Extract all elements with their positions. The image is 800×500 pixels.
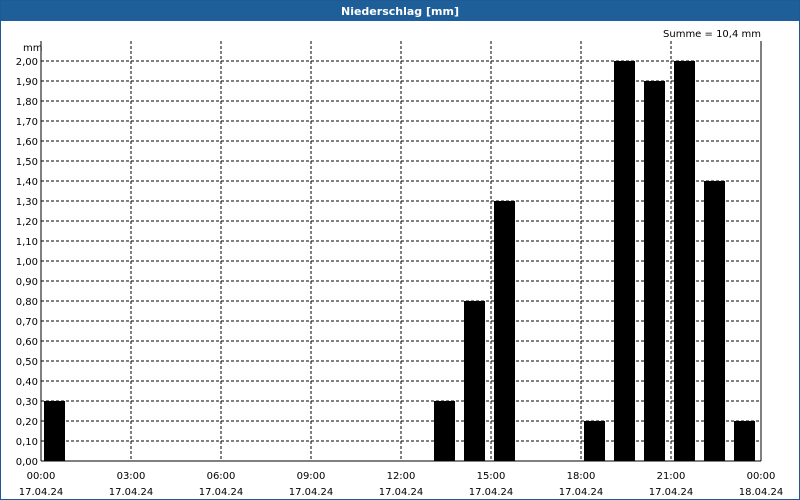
precipitation-bar (434, 401, 455, 461)
y-tick-label: 0,70 (16, 317, 38, 328)
x-tick-date: 18.04.24 (739, 487, 784, 498)
x-tick-time: 12:00 (387, 471, 416, 482)
y-tick-label: 0,60 (16, 337, 38, 348)
sum-label: Summe = 10,4 mm (663, 29, 761, 40)
y-tick-label: 2,00 (16, 57, 38, 68)
x-tick-date: 17.04.24 (199, 487, 244, 498)
y-tick-label: 1,90 (16, 77, 38, 88)
precipitation-bar (644, 81, 665, 461)
x-tick-time: 06:00 (207, 471, 236, 482)
x-tick-time: 18:00 (567, 471, 596, 482)
y-tick-label: 1,20 (16, 217, 38, 228)
chart-title: Niederschlag [mm] (1, 1, 799, 21)
y-tick-label: 1,50 (16, 157, 38, 168)
y-tick-label: 1,70 (16, 117, 38, 128)
y-tick-label: 0,30 (16, 397, 38, 408)
x-tick-date: 17.04.24 (19, 487, 64, 498)
x-tick-time: 00:00 (747, 471, 776, 482)
x-tick-date: 17.04.24 (649, 487, 694, 498)
y-tick-label: 0,20 (16, 417, 38, 428)
precipitation-bar (44, 401, 65, 461)
x-tick-time: 03:00 (117, 471, 146, 482)
y-tick-label: 1,00 (16, 257, 38, 268)
x-tick-time: 15:00 (477, 471, 506, 482)
precipitation-bar (674, 61, 695, 461)
x-tick-time: 09:00 (297, 471, 326, 482)
chart-bars (44, 61, 755, 461)
chart-window: mm Summe = 10,4 mm 0,00 0,10 0,20 0,30 0,40 0… (0, 0, 800, 500)
precipitation-bar (614, 61, 635, 461)
y-tick-label: 1,60 (16, 137, 38, 148)
precipitation-chart: mm Summe = 10,4 mm 0,00 0,10 0,20 0,30 0,40 0… (16, 29, 784, 498)
y-tick-label: 0,50 (16, 357, 38, 368)
x-tick-date: 17.04.24 (379, 487, 424, 498)
y-tick-label: 0,80 (16, 297, 38, 308)
precipitation-bar (584, 421, 605, 461)
y-tick-label: 0,00 (16, 457, 38, 468)
y-tick-label: 1,80 (16, 97, 38, 108)
precipitation-bar (704, 181, 725, 461)
precipitation-bar (464, 301, 485, 461)
y-tick-label: 0,40 (16, 377, 38, 388)
x-tick-time: 00:00 (27, 471, 56, 482)
x-tick-date: 17.04.24 (469, 487, 514, 498)
precipitation-bar (494, 201, 515, 461)
y-tick-label: 1,40 (16, 177, 38, 188)
y-tick-label: 1,30 (16, 197, 38, 208)
x-tick-time: 21:00 (657, 471, 686, 482)
x-tick-date: 17.04.24 (289, 487, 334, 498)
precipitation-bar (734, 421, 755, 461)
y-tick-label: 1,10 (16, 237, 38, 248)
x-tick-date: 17.04.24 (109, 487, 154, 498)
y-tick-label: 0,90 (16, 277, 38, 288)
x-tick-date: 17.04.24 (559, 487, 604, 498)
y-axis-label: mm (23, 43, 42, 54)
y-tick-label: 0,10 (16, 437, 38, 448)
